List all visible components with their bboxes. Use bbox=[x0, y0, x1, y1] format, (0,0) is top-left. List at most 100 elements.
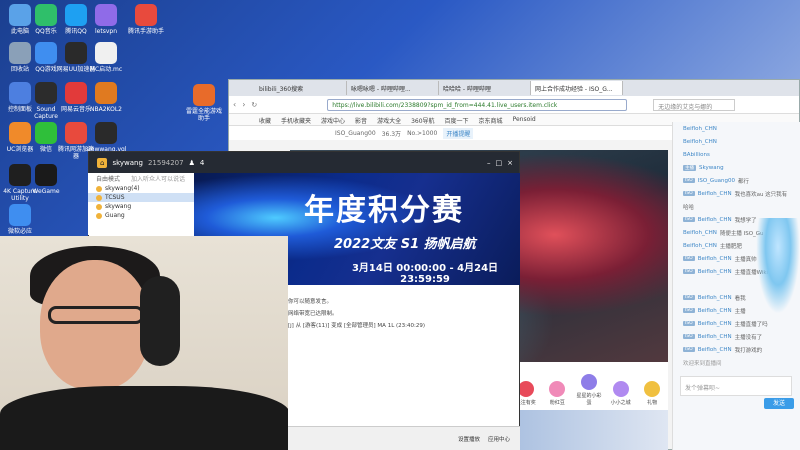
member-row[interactable]: skywang(4) bbox=[88, 184, 194, 193]
mascot-image bbox=[756, 218, 800, 314]
fan-badge: ISO bbox=[683, 217, 695, 222]
app-center-button[interactable]: 应用中心 bbox=[488, 435, 510, 443]
browser-tab-active[interactable]: 网上合作成功经验 - ISO_G... bbox=[531, 81, 623, 95]
chat-username[interactable]: Skywang bbox=[699, 165, 724, 171]
bookmark-item[interactable]: 360导航 bbox=[411, 116, 434, 125]
chat-message: Beifloh_CHN bbox=[673, 122, 800, 135]
desktop-icon[interactable]: letsvpn bbox=[86, 4, 126, 35]
streamer-uid[interactable]: ISO_Guang00 bbox=[335, 130, 376, 137]
chat-username[interactable]: Beifloh_CHN bbox=[698, 347, 732, 353]
url-input[interactable]: https://live.bilibili.com/2338809?spm_id… bbox=[327, 98, 628, 111]
danmaku-input[interactable]: 发个弹幕呗~ bbox=[680, 376, 792, 396]
fan-badge: ISO bbox=[683, 178, 695, 183]
search-input[interactable]: 无边缘的艾克与娜的 bbox=[653, 98, 736, 111]
chat-message: ISO Beifloh_CHN 主播直播了吗 bbox=[673, 317, 800, 330]
gift-item[interactable]: 粉红豆 bbox=[544, 381, 570, 406]
gift-item[interactable]: 礼物 bbox=[639, 381, 665, 406]
rank-label: No.>1000 bbox=[407, 129, 438, 137]
chat-text: 我打游戏的 bbox=[734, 347, 763, 354]
voice-chat-log: 你可以随意发言。 网络带宽已达限制。 [j] 从 [游客(11)] 变成 [全部… bbox=[288, 296, 518, 332]
fan-badge: 主播 bbox=[683, 164, 696, 171]
member-row[interactable]: Guang bbox=[88, 211, 194, 220]
webcam-person-shirt bbox=[0, 386, 288, 450]
fan-badge: ISO bbox=[683, 308, 695, 313]
gift-item[interactable]: 小小之城 bbox=[608, 381, 634, 406]
minimize-icon[interactable]: – bbox=[487, 159, 491, 167]
user-icon: ♟ bbox=[188, 159, 195, 167]
member-row[interactable]: TCSUS bbox=[88, 193, 194, 202]
home-icon[interactable]: ⌂ bbox=[97, 158, 108, 168]
fan-badge: ISO bbox=[683, 269, 695, 274]
browser-tab[interactable]: 咏嗯咏嗯 - 哔哩哔哩... bbox=[347, 81, 439, 95]
mode-row[interactable]: 自由模式 加入听众人可以说话 bbox=[88, 173, 194, 184]
desktop-icon[interactable]: 腾讯手游助手 bbox=[126, 4, 166, 35]
member-status-icon bbox=[96, 212, 102, 219]
desktop-icon[interactable]: slowwang.ygl bbox=[86, 122, 127, 153]
bookmark-item[interactable]: 游戏中心 bbox=[321, 116, 345, 125]
chat-username[interactable]: Beifloh_CHN bbox=[698, 295, 732, 301]
desktop-icon-label: 微软必应 bbox=[7, 228, 32, 235]
playback-settings-button[interactable]: 设置播放 bbox=[458, 435, 480, 443]
send-button[interactable]: 发送 bbox=[764, 398, 794, 409]
banner-title: 年度积分赛 bbox=[304, 193, 464, 228]
headset-icon bbox=[140, 276, 180, 366]
chat-username[interactable]: Beifloh_CHN bbox=[698, 321, 732, 327]
chat-username[interactable]: BAbillions bbox=[683, 152, 710, 158]
fan-badge: ISO bbox=[683, 191, 695, 196]
app-icon bbox=[95, 82, 117, 104]
browser-tab[interactable]: 哈哈哈 - 哔哩哔哩 bbox=[439, 81, 531, 95]
chat-text: 看我 bbox=[734, 295, 746, 302]
close-icon[interactable]: × bbox=[507, 159, 513, 167]
chat-message: ISO Beifloh_CHN 我也喜欢au 这只我有 bbox=[673, 187, 800, 200]
chat-username[interactable]: Beifloh_CHN bbox=[683, 139, 717, 145]
chat-username[interactable]: Beifloh_CHN bbox=[683, 243, 717, 249]
chat-username[interactable]: Beifloh_CHN bbox=[698, 308, 732, 314]
fans-count: 36.3万 bbox=[381, 130, 402, 138]
desktop-icon[interactable]: NBA2KOL2 bbox=[86, 82, 126, 113]
member-name: Guang bbox=[105, 212, 125, 219]
log-line: 网络带宽已达限制。 bbox=[288, 311, 338, 317]
voice-client-titlebar: ⌂ skywang 21594207 ♟ 4 – □ × bbox=[89, 152, 519, 174]
bookmark-item[interactable]: 手机收藏夹 bbox=[281, 116, 311, 125]
back-icon[interactable]: ‹ bbox=[233, 100, 236, 109]
chat-username[interactable]: Beifloh_CHN bbox=[698, 269, 732, 275]
bookmark-item[interactable]: 游戏大全 bbox=[377, 116, 401, 125]
browser-tab[interactable]: bilibili_360搜索 bbox=[255, 81, 347, 95]
notice-button[interactable]: 开播提醒 bbox=[443, 127, 474, 139]
gift-bar: 关注有奖 粉红豆 星星的小彩蛋 小小之城 礼物 bbox=[510, 362, 668, 410]
app-icon bbox=[65, 4, 87, 26]
desktop-icon[interactable]: 微软必应 bbox=[0, 204, 40, 235]
bookmark-item[interactable]: 影音 bbox=[355, 116, 367, 125]
chat-username[interactable]: Beifloh_CHN bbox=[698, 217, 732, 223]
app-icon bbox=[65, 82, 87, 104]
reload-icon[interactable]: ↻ bbox=[251, 101, 257, 109]
bookmark-item[interactable]: 百度一下 bbox=[445, 116, 469, 125]
desktop-icon-label: NBA2KOL2 bbox=[89, 106, 122, 113]
maximize-icon[interactable]: □ bbox=[496, 159, 503, 167]
chat-username[interactable]: Beifloh_CHN bbox=[683, 230, 717, 236]
bookmark-item[interactable]: Pensoid bbox=[513, 116, 536, 123]
app-icon bbox=[95, 42, 117, 64]
chat-message: ISO ISO_Guang00 都行 bbox=[673, 174, 800, 187]
chat-username[interactable]: Beifloh_CHN bbox=[683, 126, 717, 132]
app-icon bbox=[35, 42, 57, 64]
fan-badge: ISO bbox=[683, 256, 695, 261]
online-count: 4 bbox=[199, 159, 205, 167]
forward-icon[interactable]: › bbox=[242, 100, 245, 109]
gift-item[interactable]: 星星的小彩蛋 bbox=[576, 374, 602, 406]
chat-text: 我想学了 bbox=[734, 217, 757, 224]
desktop-icon[interactable]: 雷霆全能游戏助手 bbox=[184, 84, 224, 122]
desktop-icon-label: 雷霆全能游戏助手 bbox=[185, 108, 222, 122]
chat-username[interactable]: Beifloh_CHN bbox=[698, 256, 732, 262]
banner-dates: 3月14日 00:00:00 - 4月24日 23:59:59 bbox=[351, 263, 499, 285]
chat-username[interactable]: Beifloh_CHN bbox=[698, 191, 732, 197]
member-status-icon bbox=[96, 203, 102, 210]
bookmark-item[interactable]: 京东商城 bbox=[479, 116, 503, 125]
desktop-icon[interactable]: WeGame bbox=[26, 164, 66, 195]
chat-username[interactable]: Beifloh_CHN bbox=[698, 334, 732, 340]
chat-username[interactable]: ISO_Guang00 bbox=[698, 178, 735, 184]
desktop-icon[interactable]: MC启动.mc bbox=[86, 42, 126, 73]
bookmark-item[interactable]: 收藏 bbox=[259, 116, 271, 125]
desktop-icon-label: WeGame bbox=[32, 188, 60, 195]
member-row[interactable]: skywang bbox=[88, 202, 194, 211]
